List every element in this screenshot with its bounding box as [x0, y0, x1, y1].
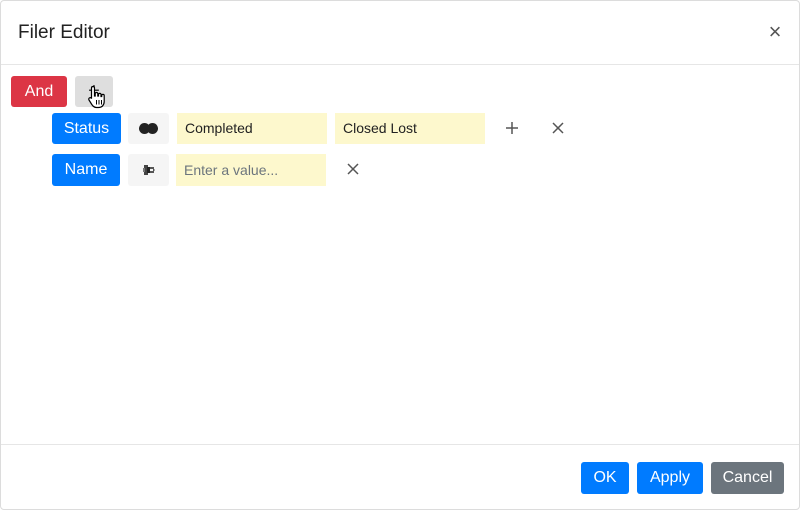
dialog-header: Filer Editor × [1, 1, 799, 65]
apply-button[interactable]: Apply [637, 462, 703, 494]
condition-value-input[interactable] [176, 154, 326, 186]
contains-abc-icon [143, 165, 155, 175]
in-list-icon [139, 123, 158, 134]
condition-field-button[interactable]: Name [52, 154, 120, 186]
condition-operator-button[interactable] [128, 113, 169, 144]
filter-editor-dialog: Filer Editor × And + Status Completed Cl… [0, 0, 800, 510]
remove-condition-icon[interactable] [548, 118, 568, 138]
add-value-icon[interactable] [502, 118, 522, 138]
remove-condition-icon[interactable] [343, 159, 363, 179]
ok-button[interactable]: OK [581, 462, 629, 494]
condition-value-field[interactable]: Closed Lost [335, 113, 485, 144]
cancel-button[interactable]: Cancel [711, 462, 784, 494]
dialog-title: Filer Editor [18, 22, 110, 43]
add-condition-button[interactable]: + [75, 76, 113, 107]
condition-operator-button[interactable] [128, 154, 169, 186]
condition-field-button[interactable]: Status [52, 113, 121, 144]
close-icon[interactable]: × [765, 21, 785, 43]
group-operator-button[interactable]: And [11, 76, 67, 107]
condition-value-field[interactable]: Completed [177, 113, 327, 144]
plus-icon: + [88, 80, 100, 102]
